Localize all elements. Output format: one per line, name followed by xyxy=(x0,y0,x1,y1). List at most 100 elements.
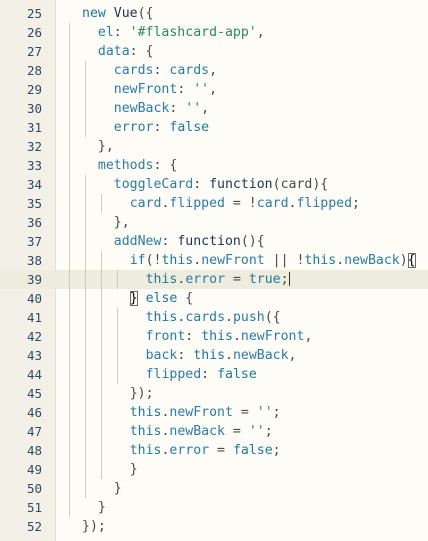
indent-guide xyxy=(84,346,86,365)
code-line[interactable]: 30 newBack: '', xyxy=(0,99,428,118)
code-token: = xyxy=(232,405,257,420)
code-token: this xyxy=(193,348,226,363)
indent-guide xyxy=(116,346,118,365)
code-text[interactable]: error: false xyxy=(114,118,209,137)
code-line[interactable]: 36}, xyxy=(0,213,428,232)
code-token: true xyxy=(248,272,281,287)
code-text[interactable]: newBack: '', xyxy=(114,99,209,118)
code-text[interactable]: }); xyxy=(130,384,154,403)
code-line[interactable]: 46 this.newFront = ''; xyxy=(0,403,428,422)
code-line[interactable]: 42 front: this.newFront, xyxy=(0,327,428,346)
code-token: : xyxy=(185,329,202,344)
code-text[interactable]: this.newBack = ''; xyxy=(130,422,273,441)
code-text[interactable]: this.cards.push({ xyxy=(146,308,281,327)
indent-guide xyxy=(84,118,86,137)
code-token: : xyxy=(153,63,170,78)
indent-guide xyxy=(100,384,102,403)
indent-guide xyxy=(100,403,102,422)
line-number: 34 xyxy=(26,177,42,192)
code-token: cards xyxy=(169,63,210,78)
code-token: : xyxy=(193,177,210,192)
code-token: this xyxy=(129,443,162,458)
code-token: } xyxy=(97,500,106,515)
code-text[interactable]: addNew: function(){ xyxy=(114,232,265,251)
line-number: 39 xyxy=(26,272,42,287)
code-token: : { xyxy=(153,158,178,173)
code-line[interactable]: 49} xyxy=(0,460,428,479)
indent-guide xyxy=(84,213,86,232)
code-line[interactable]: 25 new Vue({ xyxy=(0,4,428,23)
code-text[interactable]: }, xyxy=(98,137,114,156)
code-line[interactable]: 45}); xyxy=(0,384,428,403)
code-token: card xyxy=(129,196,162,211)
code-line[interactable]: 47 this.newBack = ''; xyxy=(0,422,428,441)
code-text[interactable]: front: this.newFront, xyxy=(146,327,313,346)
code-token: newFront xyxy=(240,329,305,344)
code-token: , xyxy=(209,82,218,97)
code-line[interactable]: 39 this.error = true; xyxy=(0,270,428,289)
code-token: : xyxy=(177,348,194,363)
code-line[interactable]: 50} xyxy=(0,479,428,498)
code-line[interactable]: 51} xyxy=(0,498,428,517)
code-text[interactable]: cards: cards, xyxy=(114,61,217,80)
code-text[interactable]: el: '#flashcard-app', xyxy=(98,23,265,42)
code-text[interactable]: } xyxy=(98,498,106,517)
text-cursor xyxy=(288,272,290,286)
code-token: newFront xyxy=(201,253,265,268)
code-line[interactable]: 28 cards: cards, xyxy=(0,61,428,80)
code-token: '' xyxy=(256,405,273,420)
code-text[interactable]: flipped: false xyxy=(146,365,257,384)
code-token: ({ xyxy=(137,6,154,21)
code-token: this xyxy=(161,253,194,268)
code-token: (card){ xyxy=(272,177,329,192)
code-text[interactable]: this.error = true; xyxy=(146,270,290,289)
code-token: } xyxy=(129,291,138,306)
code-token: ; xyxy=(264,424,273,439)
indent-guide xyxy=(84,479,86,498)
code-line[interactable]: 31 error: false xyxy=(0,118,428,137)
code-text[interactable]: } xyxy=(114,479,122,498)
code-editor[interactable]: 25 new Vue({26 el: '#flashcard-app', 27 data… xyxy=(0,0,428,541)
code-text[interactable]: }, xyxy=(114,213,130,232)
line-number: 49 xyxy=(26,462,42,477)
code-text[interactable]: methods: { xyxy=(98,156,177,175)
code-line[interactable]: 38 if(!this.newFront || !this.newBack){ xyxy=(0,251,428,270)
code-line[interactable]: 27 data: { xyxy=(0,42,428,61)
code-text[interactable]: card.flipped = !card.flipped; xyxy=(130,194,360,213)
code-text[interactable]: toggleCard: function(card){ xyxy=(114,175,328,194)
code-line[interactable]: 37 addNew: function(){ xyxy=(0,232,428,251)
code-text[interactable]: } xyxy=(130,460,138,479)
code-text[interactable]: this.newFront = ''; xyxy=(130,403,281,422)
code-line[interactable]: 35 card.flipped = !card.flipped; xyxy=(0,194,428,213)
code-token: false xyxy=(169,120,210,135)
code-line[interactable]: 41 this.cards.push({ xyxy=(0,308,428,327)
code-line[interactable]: 29 newFront: '', xyxy=(0,80,428,99)
code-line[interactable]: 43 back: this.newBack, xyxy=(0,346,428,365)
code-token: : xyxy=(169,101,186,116)
code-token: function xyxy=(177,234,241,249)
code-text[interactable]: new Vue({ xyxy=(82,4,153,23)
code-line[interactable]: 52}); xyxy=(0,517,428,536)
code-text[interactable]: back: this.newBack, xyxy=(146,346,297,365)
code-text[interactable]: this.error = false; xyxy=(130,441,281,460)
code-line[interactable]: 32}, xyxy=(0,137,428,156)
code-text[interactable]: } else { xyxy=(129,289,193,308)
code-token: methods xyxy=(97,158,154,173)
code-line[interactable]: 34 toggleCard: function(card){ xyxy=(0,175,428,194)
indent-guide xyxy=(84,403,86,422)
code-text[interactable]: }); xyxy=(82,517,106,536)
code-token: , xyxy=(209,63,218,78)
code-text[interactable]: if(!this.newFront || !this.newBack){ xyxy=(130,251,416,270)
code-text[interactable]: newFront: '', xyxy=(114,80,217,99)
code-line[interactable]: 40} else { xyxy=(0,289,428,308)
code-text[interactable]: data: { xyxy=(98,42,154,61)
code-token: } xyxy=(129,462,138,477)
indent-guide xyxy=(100,365,102,384)
code-line[interactable]: 48 this.error = false; xyxy=(0,441,428,460)
line-number: 29 xyxy=(26,82,42,97)
code-line[interactable]: 33 methods: { xyxy=(0,156,428,175)
line-number: 46 xyxy=(26,405,42,420)
indent-guide xyxy=(100,346,102,365)
code-line[interactable]: 44 flipped: false xyxy=(0,365,428,384)
code-line[interactable]: 26 el: '#flashcard-app', xyxy=(0,23,428,42)
